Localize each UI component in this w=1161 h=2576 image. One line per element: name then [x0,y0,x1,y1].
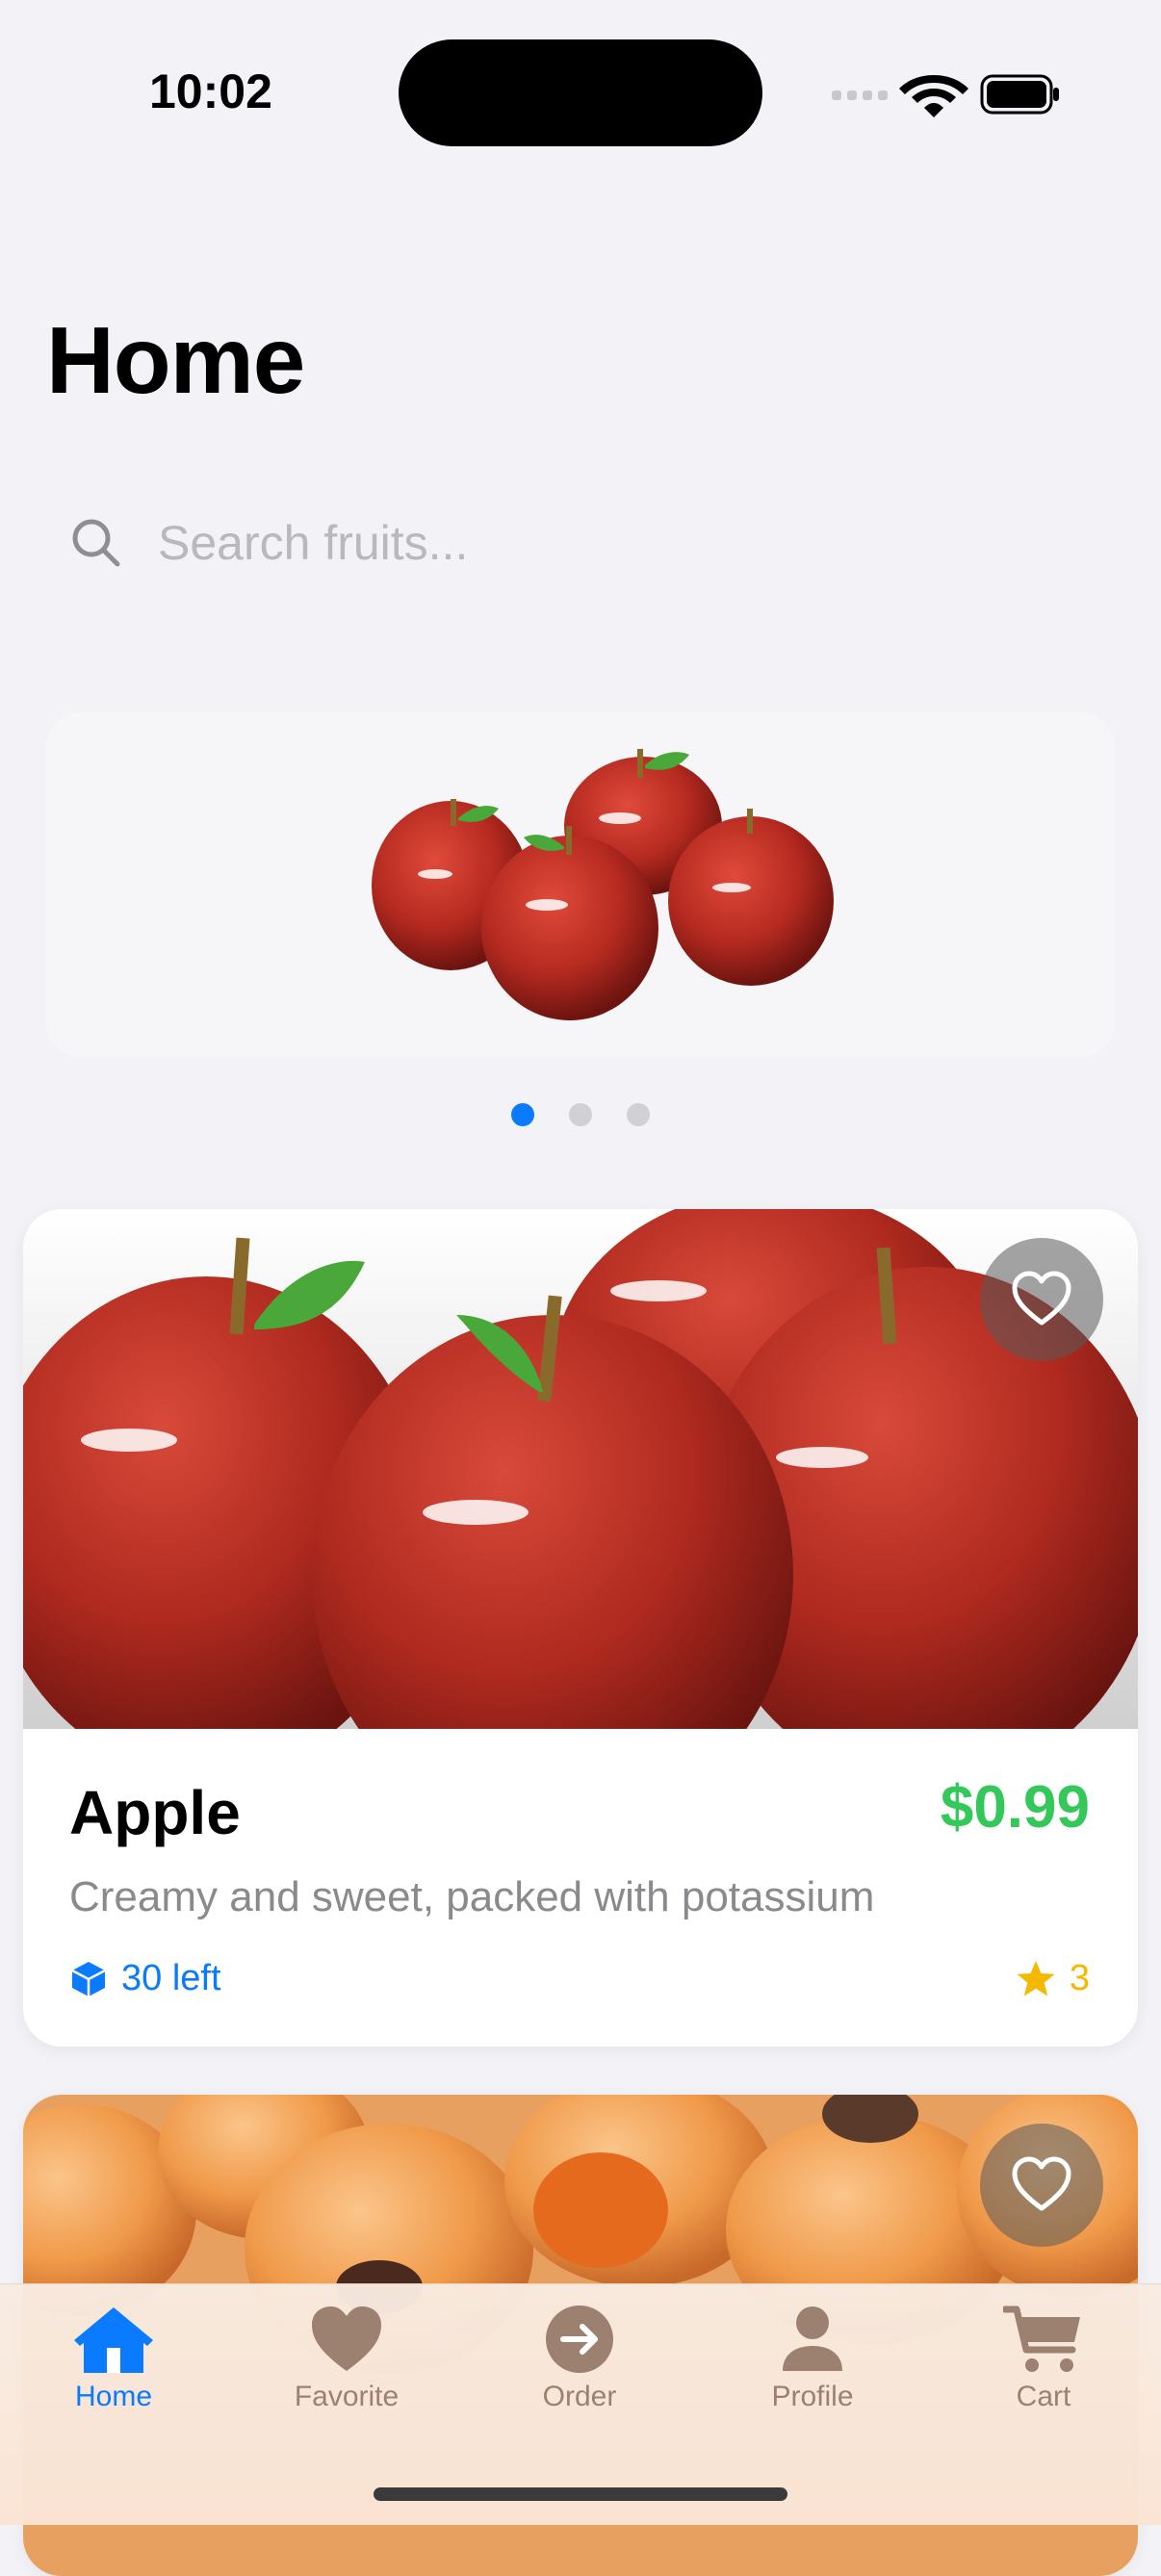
cart-icon [1003,2306,1080,2372]
rating-value: 3 [1069,1958,1090,1998]
rating: 3 [1016,1958,1090,1999]
heart-icon [1012,1271,1071,1326]
tab-home[interactable]: Home [17,2304,210,2448]
tab-label: Profile [771,2381,854,2412]
tab-cart[interactable]: Cart [947,2304,1140,2448]
tab-order[interactable]: Order [483,2304,676,2448]
carousel-dot[interactable] [627,1103,650,1126]
home-indicator [374,2487,787,2501]
star-icon [1017,1960,1055,1996]
banner-carousel[interactable] [46,712,1115,1057]
page-title: Home [46,307,305,413]
tab-profile[interactable]: Profile [716,2304,909,2448]
heart-icon [312,2306,381,2371]
favorite-button[interactable] [980,2124,1103,2247]
battery-icon [980,74,1059,115]
favorite-button[interactable] [980,1238,1103,1361]
arrow-circle-icon [546,2306,613,2373]
product-description: Creamy and sweet, packed with potassium [69,1873,875,1920]
apple-product-image [23,1209,1138,1729]
carousel-pagination[interactable] [0,1103,1161,1126]
tab-label: Favorite [294,2381,400,2412]
tab-label: Home [74,2381,153,2412]
box-icon [71,1961,106,1996]
apples-banner-image [372,749,834,1020]
tab-label: Order [542,2381,617,2412]
status-time: 10:02 [149,64,272,118]
carousel-dot[interactable] [569,1103,592,1126]
dynamic-island [399,39,762,146]
stock-info: 30 left [69,1958,221,1999]
person-icon [783,2306,842,2371]
carousel-dot-active[interactable] [511,1103,534,1126]
status-bar: 10:02 [0,0,1161,183]
product-name: Apple [69,1778,241,1847]
stock-count: 30 left [121,1958,221,1998]
heart-icon [1012,2156,1071,2211]
status-icons [832,74,1059,117]
search-bar[interactable] [46,481,1115,605]
wifi-icon [899,75,968,117]
product-price: $0.99 [940,1774,1090,1841]
tab-favorite[interactable]: Favorite [250,2304,443,2448]
product-card-apple[interactable]: Apple $0.99 Creamy and sweet, packed wit… [23,1209,1138,2047]
search-icon [72,519,120,567]
signal-icon [832,90,888,100]
search-input[interactable] [156,514,1026,572]
tab-label: Cart [1016,2381,1071,2412]
house-icon [74,2307,153,2373]
